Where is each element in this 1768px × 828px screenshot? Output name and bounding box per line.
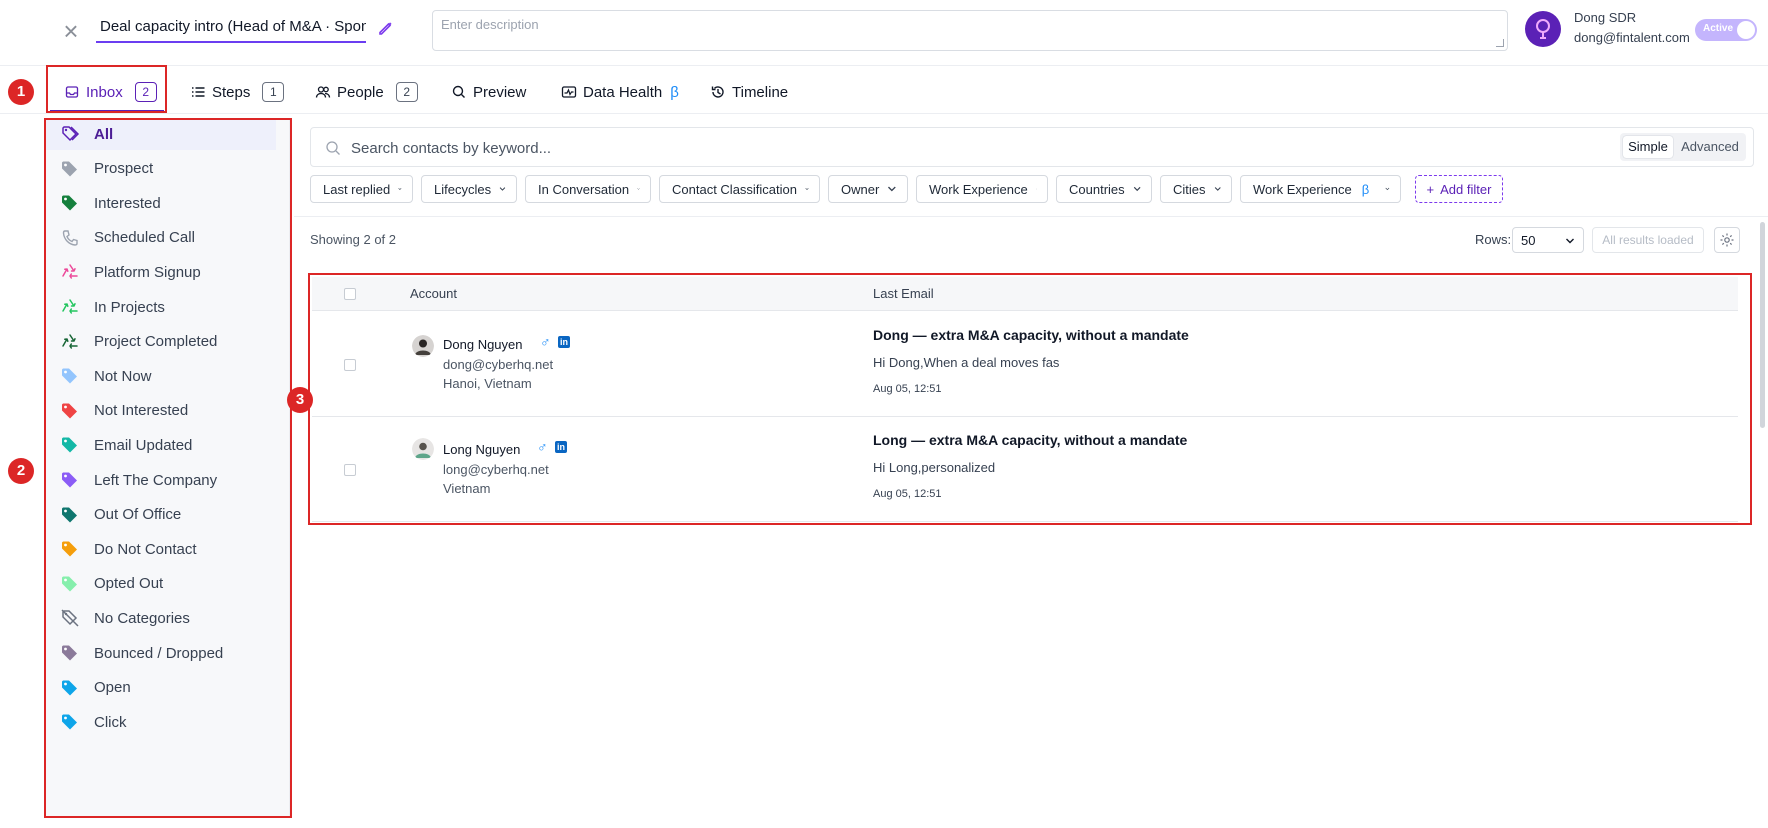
filter-label: Countries [1069,181,1125,197]
annotation-badge-2: 2 [8,458,34,484]
tab-label: People [337,83,384,101]
pencil-icon[interactable] [376,18,396,38]
filter-label: Work Experience [929,181,1028,197]
description-placeholder: Enter description [441,17,539,32]
filter-work-experience[interactable]: Work Experience [916,175,1048,203]
filter-owner[interactable]: Owner [828,175,908,203]
rows-label: Rows: [1475,232,1512,247]
chevron-down-icon [1214,187,1221,191]
campaign-title: Deal capacity intro (Head of M&A · Spons [100,18,366,35]
chevron-down-icon [1385,187,1390,191]
tab-count: 1 [262,82,285,102]
filter-label: Contact Classification [672,181,797,197]
chevron-down-icon [805,188,809,190]
rows-value: 50 [1521,233,1536,248]
tab-steps[interactable]: Steps 1 [190,80,285,104]
resize-grip[interactable] [1496,39,1504,47]
annotation-box-2 [44,118,292,818]
avatar[interactable] [1525,11,1561,47]
tab-label: Data Health [583,83,663,101]
annotation-box-3 [308,273,1752,525]
tab-label: Steps [212,83,251,101]
tab-bar: Inbox 2 Steps 1 People 2 Preview Data He… [0,66,1768,114]
tab-count: 2 [395,82,418,102]
beta-badge: β [1361,181,1370,197]
history-icon [711,86,724,98]
filter-in-conversation[interactable]: In Conversation [525,175,651,203]
tab-timeline[interactable]: Timeline [710,80,788,104]
active-toggle[interactable]: Active [1695,19,1757,41]
filter-label: Last replied [323,181,391,197]
chevron-down-icon [1566,238,1574,244]
chevron-down-icon [637,188,640,190]
simple-mode-button[interactable]: Simple [1623,136,1673,158]
add-filter-button[interactable]: + Add filter [1415,175,1503,203]
scrollbar[interactable] [1760,222,1765,428]
toggle-knob [1737,21,1755,39]
tab-label: Timeline [732,83,789,101]
gear-icon [1720,233,1734,247]
tab-data-health[interactable]: Data Health β [561,80,679,104]
advanced-mode-button[interactable]: Advanced [1676,136,1744,158]
annotation-badge-1: 1 [8,79,34,105]
filter-label: In Conversation [538,181,630,197]
chevron-down-icon [1133,186,1141,192]
tab-people[interactable]: People 2 [315,80,418,104]
chevron-down-icon [499,187,506,191]
filter-label: Work Experience [1253,181,1352,197]
filter-cities[interactable]: Cities [1160,175,1232,203]
filter-lifecycles[interactable]: Lifecycles [421,175,517,203]
lightbulb-icon [1536,19,1550,39]
add-filter-label: Add filter [1440,181,1492,197]
filter-last-replied[interactable]: Last replied [310,175,413,203]
all-results-loaded-button[interactable]: All results loaded [1592,227,1704,253]
chevron-down-icon [398,188,402,190]
tab-preview[interactable]: Preview [451,80,526,104]
description-input[interactable]: Enter description [432,10,1508,51]
rows-per-page-select[interactable]: 50 [1512,227,1584,253]
filter-countries[interactable]: Countries [1056,175,1152,203]
filter-label: Lifecycles [434,181,492,197]
close-icon[interactable]: × [60,18,82,44]
chevron-down-icon [888,186,897,192]
search-input[interactable] [351,137,1351,159]
toggle-label: Active [1703,23,1734,34]
tab-label: Preview [473,83,527,101]
divider [294,216,1768,217]
campaign-title-field[interactable]: Deal capacity intro (Head of M&A · Spons [96,16,366,43]
search-icon [452,85,465,98]
filter-contact-classification[interactable]: Contact Classification [659,175,820,203]
user-name: Dong SDR [1574,10,1637,25]
annotation-box-1 [46,65,167,113]
beta-badge: β [670,83,679,101]
filter-work-experience-beta[interactable]: Work Experience β [1240,175,1401,203]
header-bar: × Deal capacity intro (Head of M&A · Spo… [0,0,1768,66]
filter-label: Owner [841,181,880,197]
data-health-icon [561,86,577,98]
results-count: Showing 2 of 2 [310,232,397,247]
annotation-badge-3: 3 [287,387,313,413]
plus-icon: + [1426,181,1435,197]
filter-label: Cities [1173,181,1206,197]
search-mode-toggle: Simple Advanced [1620,133,1746,161]
chevron-down-icon [1035,188,1037,190]
table-settings-button[interactable] [1714,227,1740,253]
list-icon [192,87,205,97]
search-bar [310,127,1754,167]
search-icon [326,141,340,155]
user-email: dong@fintalent.com [1574,30,1690,45]
people-icon [315,86,331,98]
